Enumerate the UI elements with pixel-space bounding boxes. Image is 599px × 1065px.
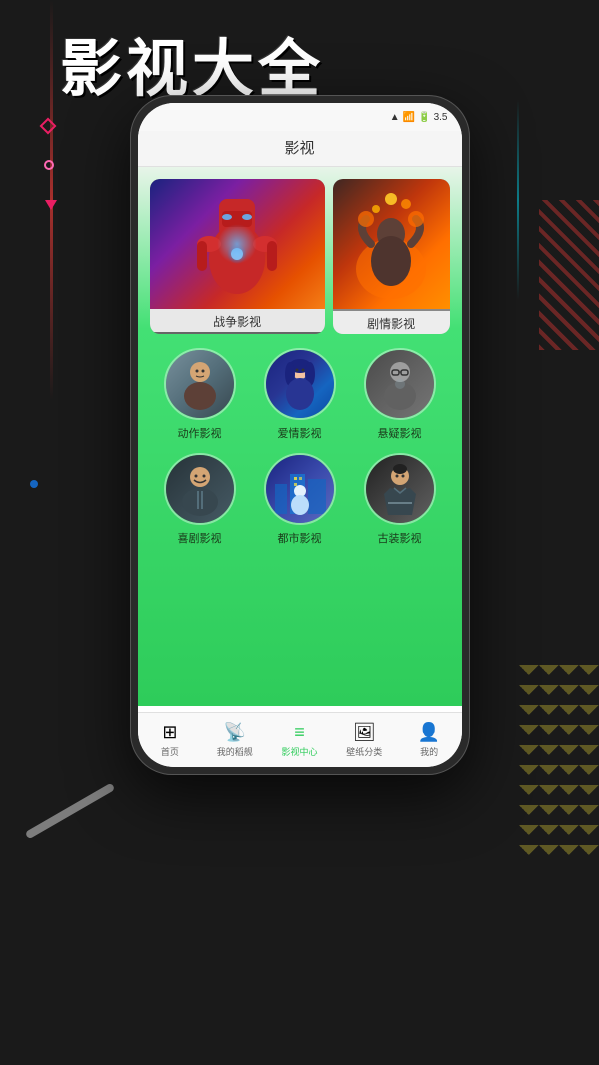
ship-label: 我的稻舰 — [217, 745, 253, 758]
category-row-1: 动作影视 — [150, 348, 450, 441]
bg-triangle — [45, 200, 57, 210]
mine-label: 我的 — [420, 745, 438, 758]
aladdin-thumbnail — [333, 179, 450, 309]
wallpaper-label: 壁纸分类 — [346, 745, 382, 758]
mine-icon: 👤 — [418, 722, 440, 743]
app-content: 战争影视 — [138, 167, 462, 706]
action-thumb — [164, 348, 236, 420]
comedy-bg — [166, 455, 234, 523]
category-city[interactable]: 都市影视 — [264, 453, 336, 546]
bg-stroke-diagonal — [25, 783, 116, 840]
bg-stripe-red — [539, 200, 599, 350]
mystery-thumb — [364, 348, 436, 420]
bg-diamond — [40, 118, 57, 135]
mystery-label: 悬疑影视 — [378, 425, 422, 441]
status-icons: ▲ 📶 🔋 3.5 — [390, 112, 448, 123]
iron-man-glow — [217, 224, 257, 264]
nav-home[interactable]: ⊞ 首页 — [138, 722, 203, 758]
mystery-svg — [370, 354, 430, 414]
featured-drama[interactable]: 剧情影视 — [333, 179, 450, 334]
signal-icon: ▲ — [390, 112, 400, 123]
ship-icon: 📡 — [223, 722, 245, 743]
ancient-thumb — [364, 453, 436, 525]
home-label: 首页 — [161, 745, 179, 758]
ancient-svg — [370, 459, 430, 519]
nav-movie-center[interactable]: ≡ 影视中心 — [267, 722, 332, 758]
app-header: 影视 — [138, 131, 462, 167]
phone-outer: ▲ 📶 🔋 3.5 影视 — [130, 95, 470, 775]
battery-icon: 🔋 — [418, 112, 430, 123]
ancient-label: 古装影视 — [378, 530, 422, 546]
bg-circle — [44, 160, 54, 170]
nav-mine[interactable]: 👤 我的 — [397, 722, 462, 758]
category-ancient[interactable]: 古装影视 — [364, 453, 436, 546]
category-mystery[interactable]: 悬疑影视 — [364, 348, 436, 441]
wallpaper-icon: 🖼 — [353, 722, 376, 743]
action-svg — [170, 354, 230, 414]
action-label: 动作影视 — [178, 425, 222, 441]
phone-inner: ▲ 📶 🔋 3.5 影视 — [138, 103, 462, 767]
action-bg — [166, 350, 234, 418]
romance-thumb — [264, 348, 336, 420]
home-icon: ⊞ — [162, 722, 177, 743]
status-bar: ▲ 📶 🔋 3.5 — [138, 103, 462, 131]
bg-dot — [30, 480, 38, 488]
movie-center-label: 影视中心 — [281, 745, 317, 758]
war-label: 战争影视 — [150, 309, 325, 332]
drama-label: 剧情影视 — [333, 311, 450, 334]
comedy-thumb — [164, 453, 236, 525]
mystery-bg — [366, 350, 434, 418]
nav-wallpaper[interactable]: 🖼 壁纸分类 — [332, 722, 397, 758]
bg-stripe-yellow — [519, 665, 599, 865]
aladdin-svg — [351, 189, 431, 299]
app-title: 影视 — [284, 140, 314, 157]
category-comedy[interactable]: 喜剧影视 — [164, 453, 236, 546]
iron-man-thumbnail — [150, 179, 325, 309]
city-thumb — [264, 453, 336, 525]
bg-line-cyan — [517, 100, 519, 300]
nav-ship[interactable]: 📡 我的稻舰 — [202, 722, 267, 758]
category-row-2: 喜剧影视 — [150, 453, 450, 546]
city-bg — [266, 455, 334, 523]
bottom-navigation: ⊞ 首页 📡 我的稻舰 ≡ 影视中心 🖼 壁纸分类 👤 我的 — [138, 712, 462, 767]
romance-bg — [266, 350, 334, 418]
phone-mockup: ▲ 📶 🔋 3.5 影视 — [130, 95, 470, 775]
featured-war[interactable]: 战争影视 — [150, 179, 325, 334]
category-action[interactable]: 动作影视 — [164, 348, 236, 441]
city-label: 都市影视 — [278, 530, 322, 546]
featured-row: 战争影视 — [150, 179, 450, 334]
wifi-icon: 📶 — [403, 112, 415, 123]
city-svg — [270, 459, 330, 519]
movie-center-icon: ≡ — [294, 722, 305, 743]
battery-level: 3.5 — [434, 112, 448, 123]
romance-svg — [270, 354, 330, 414]
comedy-label: 喜剧影视 — [178, 530, 222, 546]
comedy-svg — [170, 459, 230, 519]
ancient-bg — [366, 455, 434, 523]
romance-label: 爱情影视 — [278, 425, 322, 441]
category-romance[interactable]: 爱情影视 — [264, 348, 336, 441]
